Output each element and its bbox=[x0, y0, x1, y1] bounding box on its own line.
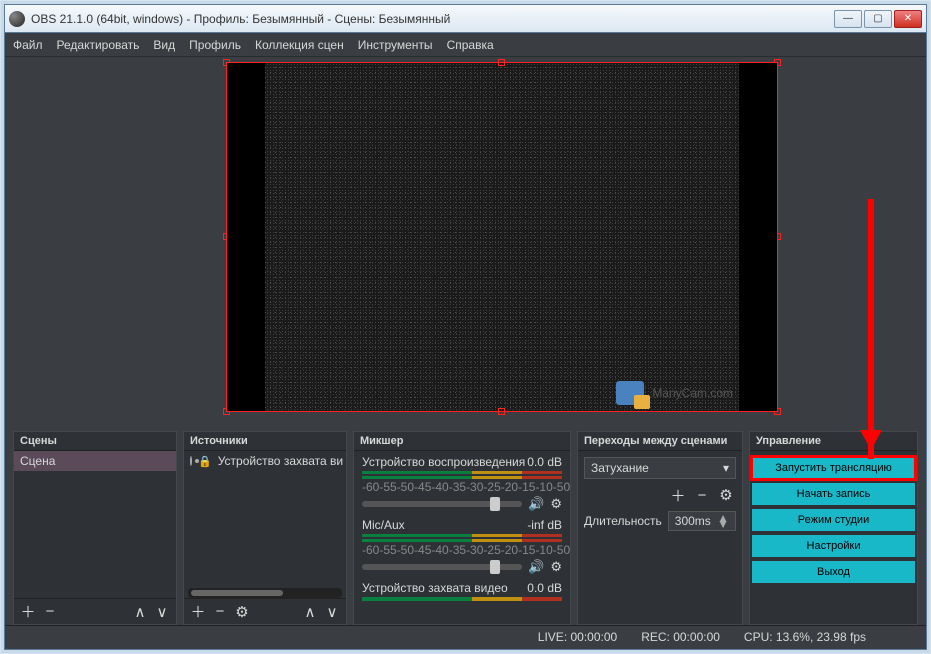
source-item[interactable]: 🔒 Устройство захвата ви bbox=[184, 451, 346, 471]
dock-transitions: Переходы между сценами Затухание ▾ ＋ − ⚙… bbox=[577, 431, 743, 625]
menu-view[interactable]: Вид bbox=[153, 38, 175, 52]
mixer-channel: Устройство захвата видео0.0 dB bbox=[354, 577, 570, 603]
transition-add-button[interactable]: ＋ bbox=[668, 485, 688, 505]
volume-slider[interactable] bbox=[362, 501, 522, 507]
window-title: OBS 21.1.0 (64bit, windows) - Профиль: Б… bbox=[31, 12, 834, 26]
scene-down-button[interactable]: ∨ bbox=[152, 602, 172, 622]
preview-video: ManyCam.com bbox=[227, 63, 777, 411]
gear-icon[interactable]: ⚙ bbox=[550, 559, 562, 575]
mixer-channel: Mic/Aux-inf dB -60-55-50-45-40-35-30-25-… bbox=[354, 514, 570, 577]
start-recording-button[interactable]: Начать запись bbox=[752, 483, 915, 505]
transition-remove-button[interactable]: − bbox=[692, 485, 712, 505]
close-button[interactable]: ✕ bbox=[894, 10, 922, 28]
maximize-button[interactable]: ▢ bbox=[864, 10, 892, 28]
menu-profile[interactable]: Профиль bbox=[189, 38, 241, 52]
titlebar[interactable]: OBS 21.1.0 (64bit, windows) - Профиль: Б… bbox=[5, 5, 926, 33]
transition-props-button[interactable]: ⚙ bbox=[716, 485, 736, 505]
exit-button[interactable]: Выход bbox=[752, 561, 915, 583]
manycam-icon bbox=[616, 381, 644, 405]
dock-sources: Источники 🔒 Устройство захвата ви ＋ − ⚙ … bbox=[183, 431, 347, 625]
visibility-icon[interactable] bbox=[190, 456, 192, 466]
annotation-arrow bbox=[868, 199, 874, 459]
source-props-button[interactable]: ⚙ bbox=[232, 602, 252, 622]
dock-scenes: Сцены Сцена ＋ − ∧ ∨ bbox=[13, 431, 177, 625]
preview-selection[interactable]: ManyCam.com bbox=[227, 63, 777, 411]
app-window: OBS 21.1.0 (64bit, windows) - Профиль: Б… bbox=[4, 4, 927, 650]
statusbar: LIVE: 00:00:00 REC: 00:00:00 CPU: 13.6%,… bbox=[5, 625, 926, 647]
transition-select[interactable]: Затухание ▾ bbox=[584, 457, 736, 479]
watermark: ManyCam.com bbox=[616, 381, 733, 405]
scene-remove-button[interactable]: − bbox=[40, 602, 60, 622]
mixer-channel: Устройство воспроизведения0.0 dB -60-55-… bbox=[354, 451, 570, 514]
duration-input[interactable]: 300ms ▲▼ bbox=[668, 511, 736, 531]
source-up-button[interactable]: ∧ bbox=[300, 602, 320, 622]
duration-label: Длительность bbox=[584, 514, 662, 528]
volume-slider[interactable] bbox=[362, 564, 522, 570]
lock-icon[interactable]: 🔒 bbox=[198, 455, 212, 468]
vu-meter bbox=[362, 534, 562, 542]
menu-scene-collection[interactable]: Коллекция сцен bbox=[255, 38, 344, 52]
dock-mixer: Микшер Устройство воспроизведения0.0 dB … bbox=[353, 431, 571, 625]
status-cpu: CPU: 13.6%, 23.98 fps bbox=[744, 630, 866, 644]
dock-scenes-title: Сцены bbox=[14, 432, 176, 451]
speaker-icon[interactable]: 🔊 bbox=[528, 496, 544, 512]
minimize-button[interactable]: — bbox=[834, 10, 862, 28]
source-item-label: Устройство захвата ви bbox=[218, 454, 343, 468]
scene-add-button[interactable]: ＋ bbox=[18, 602, 38, 622]
studio-mode-button[interactable]: Режим студии bbox=[752, 509, 915, 531]
start-streaming-button[interactable]: Запустить трансляцию bbox=[752, 457, 915, 479]
app-icon bbox=[9, 11, 25, 27]
dock-controls-title: Управление bbox=[750, 432, 917, 451]
settings-button[interactable]: Настройки bbox=[752, 535, 915, 557]
dock-sources-title: Источники bbox=[184, 432, 346, 451]
source-down-button[interactable]: ∨ bbox=[322, 602, 342, 622]
vu-meter bbox=[362, 471, 562, 479]
scene-item[interactable]: Сцена bbox=[14, 451, 176, 471]
dock-transitions-title: Переходы между сценами bbox=[578, 432, 742, 451]
gear-icon[interactable]: ⚙ bbox=[550, 496, 562, 512]
speaker-icon[interactable]: 🔊 bbox=[528, 559, 544, 575]
menu-file[interactable]: Файл bbox=[13, 38, 43, 52]
scene-up-button[interactable]: ∧ bbox=[130, 602, 150, 622]
menubar: Файл Редактировать Вид Профиль Коллекция… bbox=[5, 33, 926, 57]
menu-edit[interactable]: Редактировать bbox=[57, 38, 140, 52]
source-remove-button[interactable]: − bbox=[210, 602, 230, 622]
vu-meter bbox=[362, 597, 562, 601]
dock-controls: Управление Запустить трансляцию Начать з… bbox=[749, 431, 918, 625]
chevron-down-icon: ▾ bbox=[723, 461, 729, 475]
status-rec: REC: 00:00:00 bbox=[641, 630, 720, 644]
menu-help[interactable]: Справка bbox=[447, 38, 494, 52]
status-live: LIVE: 00:00:00 bbox=[538, 630, 617, 644]
menu-tools[interactable]: Инструменты bbox=[358, 38, 433, 52]
dock-mixer-title: Микшер bbox=[354, 432, 570, 451]
preview-area[interactable]: ManyCam.com bbox=[5, 57, 926, 431]
sources-scrollbar[interactable] bbox=[188, 588, 342, 598]
source-add-button[interactable]: ＋ bbox=[188, 602, 208, 622]
